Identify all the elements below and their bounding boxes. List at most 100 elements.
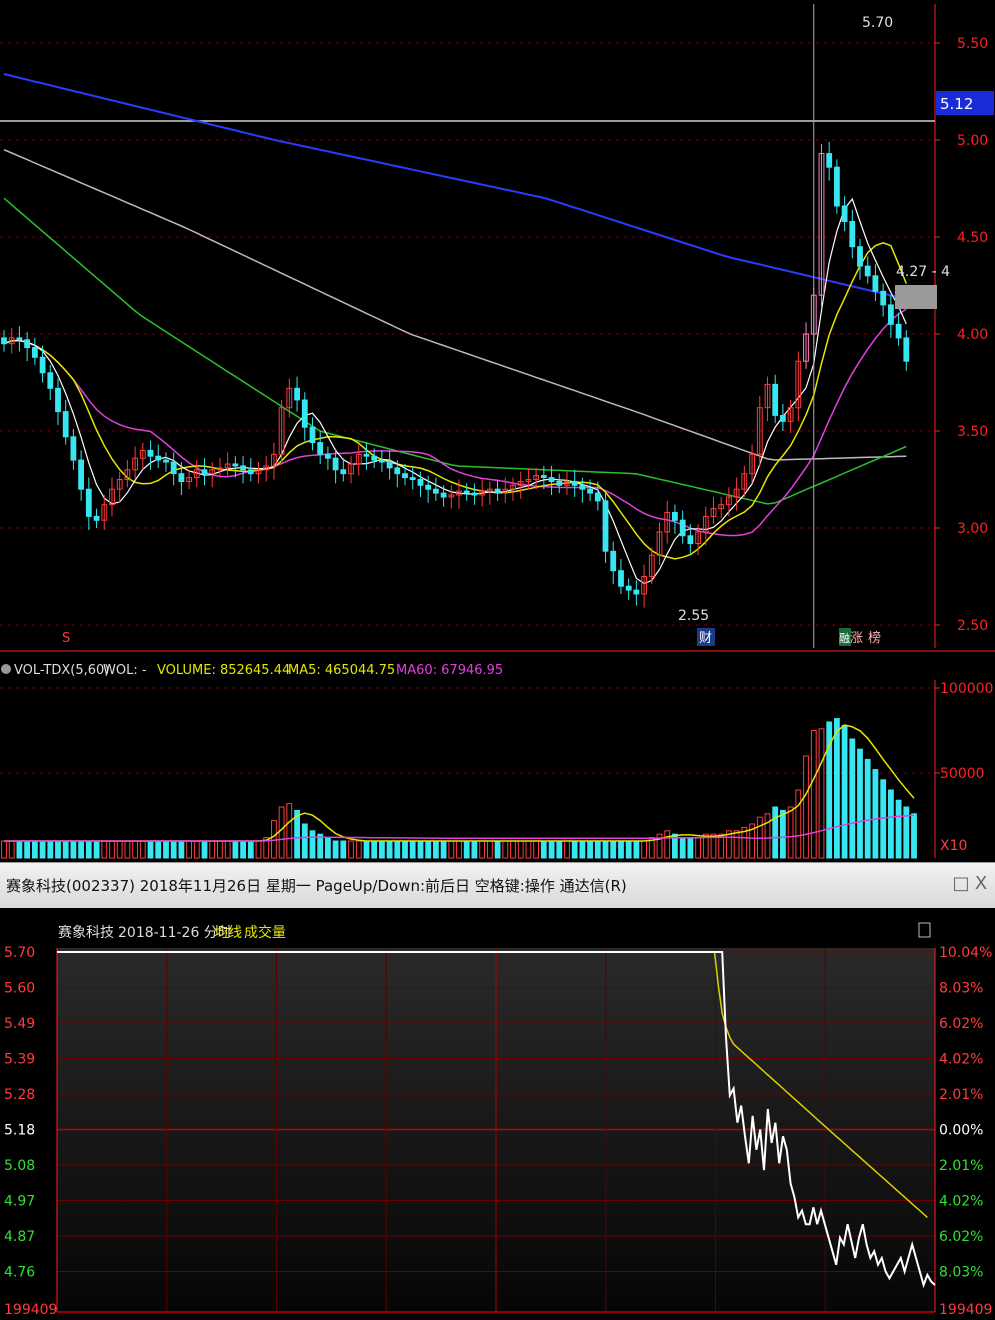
- candle-body: [463, 490, 470, 494]
- candle-body: [540, 475, 547, 479]
- volume-bar: [363, 840, 370, 859]
- kline-y-tick: 4.00: [957, 327, 988, 343]
- volume-bar: [201, 840, 208, 859]
- candle-body: [55, 387, 61, 413]
- volume-bar: [857, 748, 863, 859]
- candle-body: [672, 512, 678, 521]
- candle-body: [240, 465, 246, 471]
- volume-bar: [402, 840, 408, 859]
- intraday-right-tick: 8.03%: [939, 1265, 983, 1281]
- volume-bar: [39, 840, 46, 859]
- intraday-right-tick: 8.03%: [939, 981, 983, 997]
- legend-volume: 成交量: [244, 924, 286, 941]
- volume-bar: [47, 840, 54, 859]
- badge-cai: 财: [699, 631, 712, 646]
- vol-ma5: MA5: 465044.75: [288, 663, 395, 678]
- volume-bar: [864, 758, 871, 859]
- volume-bar: [440, 840, 447, 859]
- volume-bar: [240, 840, 246, 859]
- intraday-right-tick: 2.01%: [939, 1087, 983, 1103]
- volume-bar: [85, 840, 92, 859]
- legend-avg: 均线: [214, 925, 242, 941]
- volume-bar: [903, 806, 910, 859]
- volume-bar: [78, 840, 84, 859]
- window-title-bar[interactable]: 赛象科技(002337) 2018年11月26日 星期一 PageUp/Down…: [0, 862, 995, 910]
- candle-body: [39, 356, 46, 374]
- volume-bar: [55, 840, 61, 859]
- candle-body: [610, 550, 617, 572]
- vol-indicator[interactable]: VOL-TDX(5,60): [14, 663, 109, 678]
- kline-y-tick: 5.00: [957, 133, 988, 149]
- indicator-icon[interactable]: [1, 664, 11, 674]
- intraday-left-tick: 4.76: [4, 1265, 35, 1281]
- bottom-left-value: 199409: [4, 1302, 57, 1318]
- intraday-right-tick: 4.02%: [939, 1052, 983, 1068]
- low-label: 2.55: [678, 608, 709, 624]
- volume-bar: [371, 840, 378, 859]
- kline-y-tick: 5.50: [957, 36, 988, 52]
- intraday-left-tick: 5.60: [4, 981, 35, 997]
- candle-body: [85, 488, 92, 517]
- candle-body: [571, 480, 578, 486]
- candle-body: [78, 459, 84, 490]
- intraday-right-tick: 4.02%: [939, 1194, 983, 1210]
- volume-bar: [93, 840, 100, 859]
- volume-bar: [610, 840, 617, 859]
- window-title: 赛象科技(002337) 2018年11月26日 星期一 PageUp/Down…: [6, 877, 627, 895]
- candle-body: [47, 372, 54, 389]
- volume-bar: [772, 806, 779, 859]
- volume-bar: [325, 837, 331, 859]
- volume-y-tick: 50000: [940, 766, 985, 782]
- candle-body: [903, 337, 910, 362]
- candle-body: [679, 519, 686, 537]
- volume-bar: [849, 738, 856, 859]
- candle-body: [433, 488, 439, 494]
- intraday-right-tick: 6.02%: [939, 1229, 983, 1245]
- candle-body: [363, 453, 370, 457]
- restore-button[interactable]: □: [952, 873, 970, 895]
- candle-body: [834, 166, 840, 207]
- intraday-right-tick: 10.04%: [939, 945, 992, 961]
- candle-body: [780, 415, 786, 422]
- vol-volume: VOLUME: 852645.44: [157, 663, 290, 678]
- volume-bar: [556, 840, 563, 859]
- candle-body: [556, 480, 563, 486]
- volume-bar: [301, 823, 308, 859]
- close-button[interactable]: X: [972, 873, 990, 895]
- candle-body: [301, 399, 308, 428]
- candle-body: [425, 484, 432, 490]
- candle-body: [170, 461, 177, 475]
- volume-bar: [433, 840, 439, 859]
- candle-body: [232, 463, 239, 467]
- kline-y-tick: 2.50: [957, 618, 988, 634]
- volume-bar: [594, 840, 601, 859]
- volume-bar: [247, 840, 254, 859]
- volume-bar: [618, 840, 624, 859]
- volume-bar: [579, 840, 586, 859]
- candle-body: [849, 221, 856, 248]
- candle-body: [880, 290, 887, 306]
- high-label: 5.70: [862, 15, 893, 31]
- volume-bar: [386, 840, 393, 859]
- candle-body: [633, 589, 640, 595]
- candle-body: [16, 337, 23, 341]
- candle-body: [625, 585, 632, 591]
- candle-body: [317, 442, 324, 455]
- volume-bar: [163, 840, 169, 859]
- kline-y-tick: 3.50: [957, 424, 988, 440]
- volume-bar: [309, 830, 316, 859]
- volume-bar: [540, 840, 547, 859]
- volume-bar: [587, 840, 594, 859]
- candle-body: [163, 459, 169, 463]
- candle-body: [594, 492, 601, 502]
- candle-body: [864, 265, 871, 277]
- volume-bar: [62, 840, 69, 859]
- badge-s: S: [62, 631, 70, 646]
- annotation-label: 4.27 - 4: [896, 264, 950, 280]
- candle-body: [494, 488, 501, 494]
- volume-bar: [147, 840, 154, 859]
- volume-bar: [494, 840, 501, 859]
- candle-body: [895, 323, 902, 339]
- volume-bar: [417, 840, 424, 859]
- candle-body: [618, 570, 624, 587]
